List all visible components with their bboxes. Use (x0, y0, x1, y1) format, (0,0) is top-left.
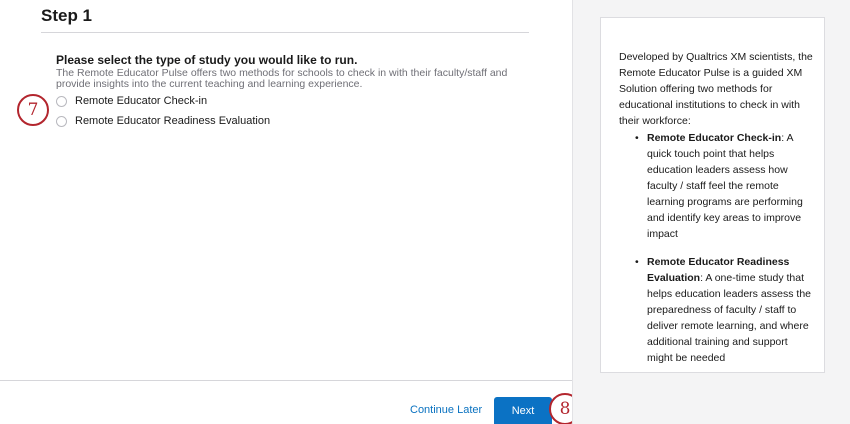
option-check-in[interactable]: Remote Educator Check-in (56, 95, 207, 107)
item-term: Remote Educator Check-in (647, 132, 782, 144)
list-item: Remote Educator Readiness Evaluation: A … (635, 254, 815, 366)
footer-divider (0, 380, 572, 381)
step-title: Step 1 (41, 6, 93, 25)
main-panel: Step 1 Please select the type of study y… (0, 0, 581, 424)
step-divider (41, 32, 529, 33)
option-label: Remote Educator Readiness Evaluation (75, 115, 271, 127)
option-readiness-evaluation[interactable]: Remote Educator Readiness Evaluation (56, 115, 270, 127)
option-label: Remote Educator Check-in (75, 95, 208, 107)
radio-readiness-evaluation[interactable] (56, 115, 67, 127)
study-question: Please select the type of study you woul… (56, 53, 358, 67)
info-list: Remote Educator Check-in: A quick touch … (635, 130, 815, 378)
radio-check-in[interactable] (56, 95, 67, 107)
item-text: : A one-time study that helps education … (647, 272, 812, 364)
info-card: Developed by Qualtrics XM scientists, th… (600, 17, 825, 373)
list-item: Remote Educator Check-in: A quick touch … (635, 130, 815, 242)
next-button[interactable]: Next (494, 397, 552, 424)
continue-later-link[interactable]: Continue Later (410, 404, 482, 416)
study-description: The Remote Educator Pulse offers two met… (56, 67, 508, 90)
callout-marker: 7 (17, 94, 49, 126)
info-intro: Developed by Qualtrics XM scientists, th… (619, 51, 813, 127)
item-text: : A quick touch point that helps educati… (647, 132, 803, 240)
